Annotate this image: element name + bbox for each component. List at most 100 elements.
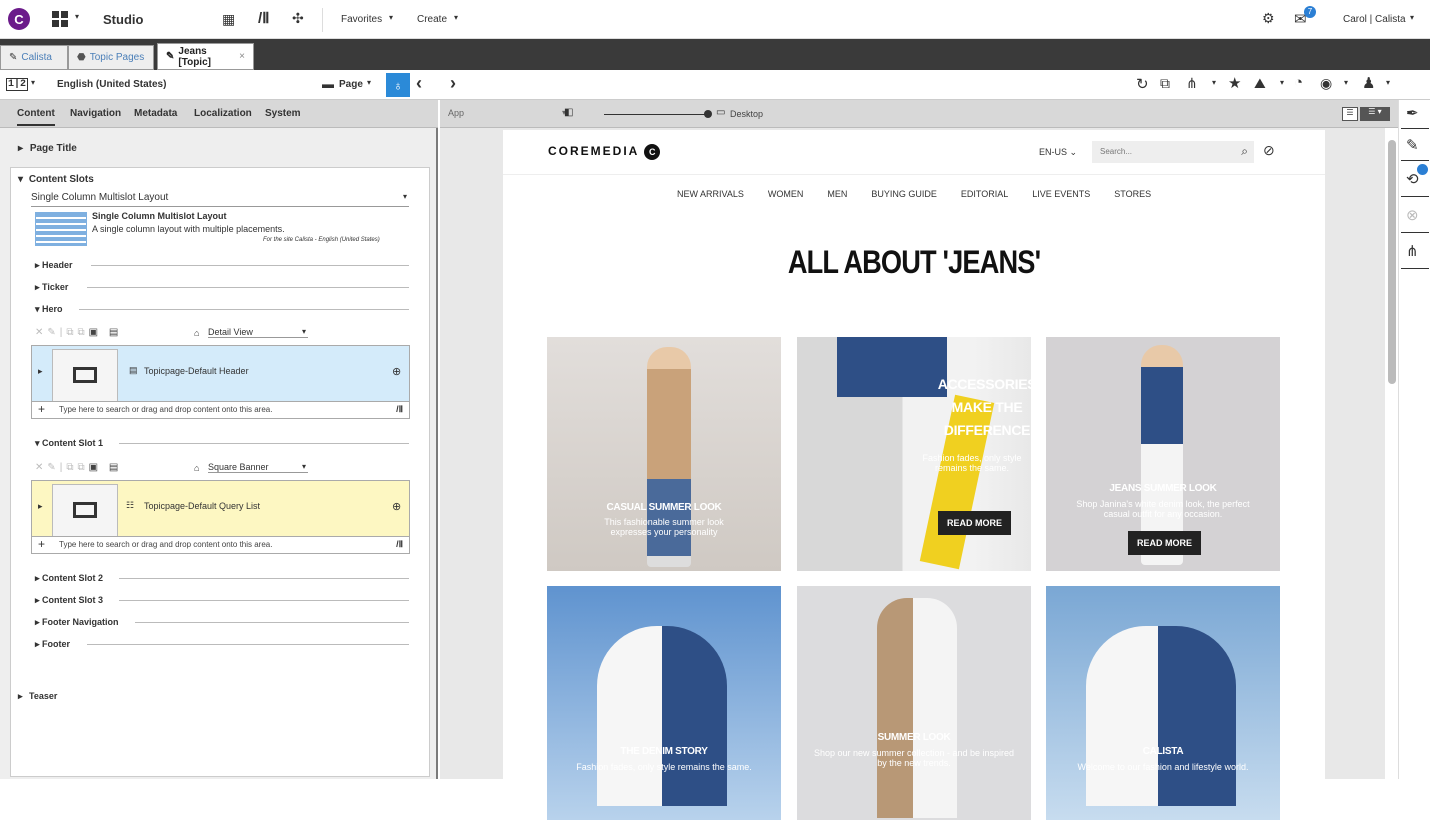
nav-men[interactable]: MEN: [827, 189, 847, 199]
nav-editorial[interactable]: EDITORIAL: [961, 189, 1008, 199]
slot-content-1[interactable]: ▾ Content Slot 1: [35, 438, 103, 449]
page-type-menu[interactable]: Page: [339, 79, 363, 90]
read-more-button[interactable]: READ MORE: [1128, 531, 1202, 555]
validation-bulb-icon[interactable]: ♁: [386, 73, 410, 97]
teaser-card-casual-summer[interactable]: CASUAL SUMMER LOOK This fashionable summ…: [547, 337, 781, 571]
slot1-view-select[interactable]: Square Banner ▾: [208, 462, 308, 473]
layout-select[interactable]: Single Column Multislot Layout ▾: [31, 192, 409, 207]
layout-toggle-active-icon[interactable]: ☰ ▾: [1360, 107, 1390, 121]
cart-icon[interactable]: ⊘: [1263, 142, 1275, 159]
collapse-left-icon[interactable]: ‹: [416, 73, 422, 94]
analytics-icon[interactable]: ⛰: [1254, 75, 1266, 92]
tab-jeans-topic[interactable]: ✎ Jeans [Topic] ×: [157, 43, 254, 70]
content-slots-header[interactable]: ▾ Content Slots: [18, 174, 94, 185]
preview-scrollbar[interactable]: [1388, 140, 1396, 384]
library-grid-icon[interactable]: ▦: [222, 11, 235, 28]
expand-right-icon[interactable]: ›: [450, 73, 456, 94]
card-text: Shop our new summer collection - and be …: [813, 748, 1015, 768]
card-text: Welcome to our fashion and lifestyle wor…: [1077, 762, 1249, 772]
time-travel-icon[interactable]: ◔: [1294, 74, 1303, 91]
slot-header[interactable]: ▸ Header: [35, 260, 73, 271]
personalization-icon[interactable]: ♟: [1362, 74, 1375, 92]
language-switch[interactable]: EN-US ⌄: [1039, 147, 1077, 158]
chevron-down-icon[interactable]: ▾: [31, 78, 35, 87]
open-external-icon[interactable]: ⧉: [1160, 75, 1170, 92]
create-menu[interactable]: Create: [417, 14, 447, 25]
slot-footer-navigation[interactable]: ▸ Footer Navigation: [35, 617, 119, 628]
item-thumbnail[interactable]: [52, 484, 118, 542]
plus-icon[interactable]: +: [38, 402, 45, 416]
slot-footer[interactable]: ▸ Footer: [35, 639, 70, 650]
view-switch-icon[interactable]: 1|2: [6, 78, 29, 91]
eye-icon[interactable]: ◉: [1320, 75, 1332, 92]
share-icon[interactable]: ⋔: [1186, 75, 1198, 92]
reload-icon[interactable]: ↻: [1136, 75, 1149, 93]
expand-icon[interactable]: ▸: [38, 366, 43, 377]
site-search-input[interactable]: Search... ⌕: [1092, 141, 1254, 163]
library-icon[interactable]: /Ⅱ: [258, 9, 270, 27]
hero-view-value: Detail View: [208, 327, 253, 337]
apps-grid-icon[interactable]: [52, 11, 68, 27]
star-icon[interactable]: ★: [1228, 74, 1241, 92]
hero-item-name[interactable]: Topicpage-Default Header: [144, 366, 249, 376]
library-icon[interactable]: /Ⅱ: [396, 539, 403, 550]
tab-system[interactable]: System: [265, 108, 301, 119]
folder-icon: ⬣: [77, 52, 86, 63]
favorites-menu[interactable]: Favorites: [341, 14, 382, 25]
page-title-section[interactable]: ▸ Page Title: [18, 143, 77, 154]
expand-icon[interactable]: ▸: [38, 501, 43, 512]
divider: [1401, 196, 1429, 197]
tab-localization[interactable]: Localization: [194, 108, 252, 119]
user-menu[interactable]: Carol | Calista: [1343, 14, 1406, 25]
slider-handle[interactable]: [704, 110, 712, 118]
layout-toggle-icon[interactable]: ☰: [1342, 107, 1358, 121]
teaser-card-calista[interactable]: CALISTA Welcome to our fashion and lifes…: [1046, 586, 1280, 820]
teaser-card-denim-story[interactable]: THE DENIM STORY Fashion fades, only styl…: [547, 586, 781, 820]
nav-live-events[interactable]: LIVE EVENTS: [1032, 189, 1090, 199]
tab-navigation[interactable]: Navigation: [70, 108, 121, 119]
issues-icon[interactable]: ⟲: [1406, 170, 1419, 188]
coremedia-logo[interactable]: C: [8, 8, 30, 30]
workflow-icon[interactable]: ⚙: [1262, 10, 1275, 27]
slot1-item-name[interactable]: Topicpage-Default Query List: [144, 501, 260, 511]
site-logo[interactable]: COREMEDIA C: [548, 144, 661, 160]
edit-remove-icon[interactable]: ✎: [1406, 136, 1419, 154]
share-icon[interactable]: ⋔: [1406, 242, 1419, 260]
slot-content-2[interactable]: ▸ Content Slot 2: [35, 573, 103, 584]
slot-ticker[interactable]: ▸ Ticker: [35, 282, 68, 293]
item-thumbnail[interactable]: [52, 349, 118, 407]
close-icon[interactable]: ×: [239, 51, 245, 62]
read-more-button[interactable]: READ MORE: [938, 511, 1012, 535]
hero-view-select[interactable]: Detail View ▾: [208, 327, 308, 338]
edit-pen-icon[interactable]: ✒: [1406, 104, 1419, 122]
slot-hero[interactable]: ▾ Hero: [35, 304, 63, 315]
control-room-icon[interactable]: ✣: [292, 10, 304, 27]
tab-calista[interactable]: ✎ Calista: [0, 45, 68, 70]
tab-topic-pages[interactable]: ⬣ Topic Pages: [68, 45, 154, 70]
teaser-card-jeans-summer[interactable]: JEANS SUMMER LOOK Shop Janina's white de…: [1046, 337, 1280, 571]
preview-toolbar: App ▾ ◧ ▭ Desktop ☰ ☰ ▾: [440, 100, 1402, 128]
slot-content-3[interactable]: ▸ Content Slot 3: [35, 595, 103, 606]
nav-stores[interactable]: STORES: [1114, 189, 1151, 199]
search-icon[interactable]: ⌕: [1241, 144, 1248, 159]
device-frame-icon[interactable]: ◧: [564, 107, 573, 118]
nav-new-arrivals[interactable]: NEW ARRIVALS: [677, 189, 744, 199]
teaser-card-summer-look[interactable]: SUMMER LOOK Shop our new summer collecti…: [797, 586, 1031, 820]
slot1-search-field[interactable]: + Type here to search or drag and drop c…: [32, 536, 409, 553]
nav-buying-guide[interactable]: BUYING GUIDE: [871, 189, 937, 199]
card-text: This fashionable summer look expresses y…: [604, 517, 724, 537]
library-icon[interactable]: /Ⅱ: [396, 404, 403, 415]
tab-metadata[interactable]: Metadata: [134, 108, 177, 119]
app-select[interactable]: App ▾: [448, 108, 566, 118]
translation-icon[interactable]: ⊗: [1406, 206, 1419, 224]
tab-content[interactable]: Content: [17, 108, 55, 126]
teaser-card-accessories[interactable]: ACCESSORIES MAKE THE DIFFERENCE Fashion …: [797, 337, 1031, 571]
nav-women[interactable]: WOMEN: [768, 189, 804, 199]
right-sidebar: ✒ ✎ ⟲ ⊗ ⋔: [1398, 100, 1430, 779]
chevron-down-icon[interactable]: ▾: [75, 12, 79, 21]
plus-icon[interactable]: +: [38, 537, 45, 551]
chevron-down-icon: ▾: [1212, 78, 1217, 87]
device-slider[interactable]: [604, 114, 708, 115]
hero-search-field[interactable]: + Type here to search or drag and drop c…: [32, 401, 409, 418]
teaser-section[interactable]: ▸ Teaser: [18, 691, 57, 702]
